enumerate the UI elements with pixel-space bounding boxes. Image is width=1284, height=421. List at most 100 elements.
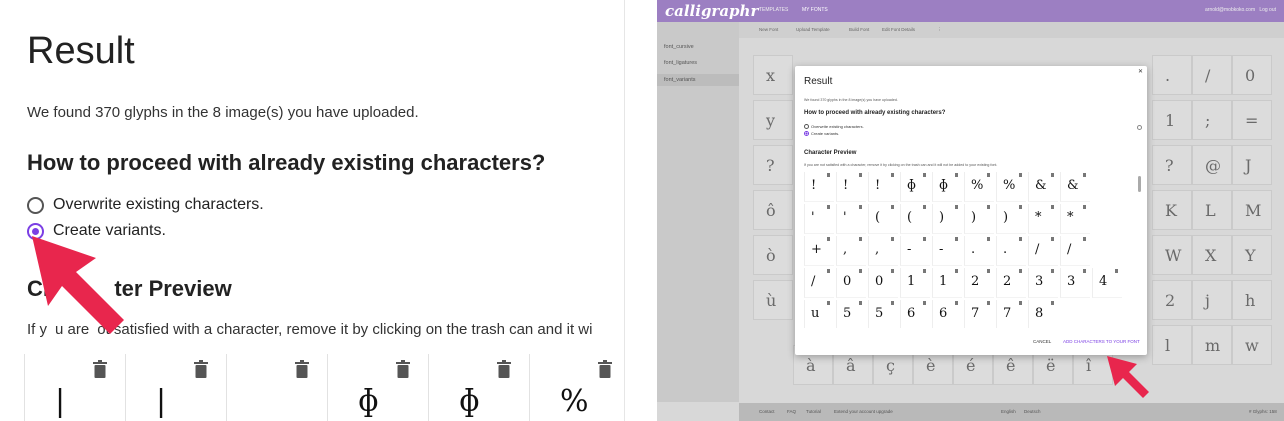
trash-icon[interactable]: [827, 237, 830, 241]
result-modal: ✕ Result We found 370 glyphs in the 8 im…: [795, 66, 1147, 355]
trash-icon[interactable]: [1083, 237, 1086, 241]
trash-icon[interactable]: [1019, 173, 1022, 177]
trash-icon[interactable]: [923, 205, 926, 209]
background-glyph: ?: [1165, 156, 1174, 175]
trash-icon[interactable]: [827, 301, 830, 305]
trash-icon[interactable]: [859, 173, 862, 177]
trash-icon[interactable]: [955, 301, 958, 305]
modal-glyph-tile: (: [900, 204, 930, 234]
trash-icon[interactable]: [1083, 205, 1086, 209]
submenu-new-font[interactable]: New Font: [759, 27, 778, 32]
trash-icon[interactable]: [1051, 301, 1054, 305]
background-glyph-cell: W: [1152, 235, 1192, 275]
footer-contact[interactable]: Contact: [759, 409, 775, 414]
trash-icon[interactable]: [1115, 269, 1118, 273]
trash-icon[interactable]: [827, 205, 830, 209]
trash-icon[interactable]: [859, 269, 862, 273]
overwrite-option[interactable]: Overwrite existing characters.: [27, 196, 264, 214]
glyph: ': [811, 210, 815, 225]
glyph: ,: [843, 242, 848, 257]
trash-icon[interactable]: [987, 205, 990, 209]
trash-icon[interactable]: [93, 360, 107, 383]
trash-icon[interactable]: [859, 301, 862, 305]
info-icon: [1137, 125, 1142, 130]
sidebar-item-font-cursive[interactable]: font_cursive: [664, 44, 694, 50]
trash-icon[interactable]: [955, 205, 958, 209]
trash-icon[interactable]: [923, 269, 926, 273]
background-glyph: j: [1205, 291, 1210, 310]
sidebar-item-font-variants[interactable]: font_variants: [657, 74, 739, 86]
trash-icon[interactable]: [1083, 269, 1086, 273]
trash-icon[interactable]: [1019, 301, 1022, 305]
calligraphr-logo[interactable]: calligraphr: [665, 2, 758, 20]
footer-faq[interactable]: FAQ: [787, 409, 796, 414]
logout-link[interactable]: Log out: [1259, 7, 1276, 13]
modal-scrollbar[interactable]: [1138, 176, 1141, 192]
trash-icon[interactable]: [987, 269, 990, 273]
modal-glyph-tile: 2: [964, 268, 994, 298]
trash-icon[interactable]: [1019, 205, 1022, 209]
trash-icon[interactable]: [891, 237, 894, 241]
nav-tab-templates[interactable]: TEMPLATES: [759, 7, 788, 13]
modal-glyph-tile: 3: [1028, 268, 1058, 298]
trash-icon[interactable]: [1051, 269, 1054, 273]
trash-icon[interactable]: [987, 173, 990, 177]
trash-icon[interactable]: [1083, 173, 1086, 177]
trash-icon[interactable]: [923, 237, 926, 241]
trash-icon[interactable]: [891, 269, 894, 273]
glyph: u: [811, 306, 820, 321]
trash-icon[interactable]: [859, 205, 862, 209]
add-characters-button[interactable]: ADD CHARACTERS TO YOUR FONT: [1063, 339, 1140, 344]
background-glyph: Y: [1245, 246, 1256, 265]
trash-icon[interactable]: [955, 269, 958, 273]
trash-icon[interactable]: [598, 360, 612, 383]
trash-icon[interactable]: [955, 173, 958, 177]
trash-icon[interactable]: [987, 237, 990, 241]
footer-lang-deutsch[interactable]: Deutsch: [1024, 409, 1041, 414]
footer-lang-english[interactable]: English: [1001, 409, 1016, 414]
trash-icon[interactable]: [1051, 237, 1054, 241]
trash-icon[interactable]: [891, 205, 894, 209]
modal-overwrite-option[interactable]: Overwrite existing characters.: [804, 124, 864, 129]
user-email-link[interactable]: arnold@mobkoko.com: [1205, 7, 1255, 13]
trash-icon[interactable]: [923, 173, 926, 177]
sidebar-item-font-ligatures[interactable]: font_ligatures: [664, 60, 697, 66]
submenu-more-icon[interactable]: ⋮: [937, 27, 942, 33]
trash-icon[interactable]: [1019, 269, 1022, 273]
trash-icon[interactable]: [827, 269, 830, 273]
found-glyphs-text: We found 370 glyphs in the 8 image(s) yo…: [27, 104, 419, 121]
glyph-tile: %: [529, 354, 624, 421]
submenu-edit-font-details[interactable]: Edit Font Details: [882, 27, 915, 32]
trash-icon[interactable]: [396, 360, 410, 383]
footer-tutorial[interactable]: Tutorial: [806, 409, 821, 414]
background-glyph: ;: [1205, 111, 1211, 130]
nav-tab-my-fonts[interactable]: MY FONTS: [802, 7, 828, 13]
trash-icon[interactable]: [987, 301, 990, 305]
trash-icon[interactable]: [1051, 205, 1054, 209]
submenu-upload-template[interactable]: Upload Template: [796, 27, 830, 32]
submenu-build-font[interactable]: Build Font: [849, 27, 869, 32]
trash-icon[interactable]: [859, 237, 862, 241]
modal-create-variants-option[interactable]: Create variants.: [804, 131, 839, 136]
trash-icon[interactable]: [827, 173, 830, 177]
background-glyph: x: [766, 66, 776, 85]
modal-create-variants-radio[interactable]: [804, 131, 809, 136]
user-links: arnold@mobkoko.com Log out: [1205, 7, 1276, 13]
cancel-button[interactable]: CANCEL: [1033, 339, 1051, 344]
trash-icon[interactable]: [194, 360, 208, 383]
modal-overwrite-radio[interactable]: [804, 124, 809, 129]
trash-icon[interactable]: [497, 360, 511, 383]
trash-icon[interactable]: [891, 301, 894, 305]
glyph: |: [156, 384, 167, 419]
footer-upgrade[interactable]: Extend your account upgrade: [834, 409, 893, 414]
close-icon[interactable]: ✕: [1138, 68, 1143, 75]
trash-icon[interactable]: [955, 237, 958, 241]
trash-icon[interactable]: [891, 173, 894, 177]
trash-icon[interactable]: [1051, 173, 1054, 177]
glyph: |: [55, 384, 66, 419]
trash-icon[interactable]: [295, 360, 309, 383]
overwrite-radio[interactable]: [27, 196, 44, 214]
trash-icon[interactable]: [1019, 237, 1022, 241]
glyph: 7: [971, 306, 980, 321]
trash-icon[interactable]: [923, 301, 926, 305]
